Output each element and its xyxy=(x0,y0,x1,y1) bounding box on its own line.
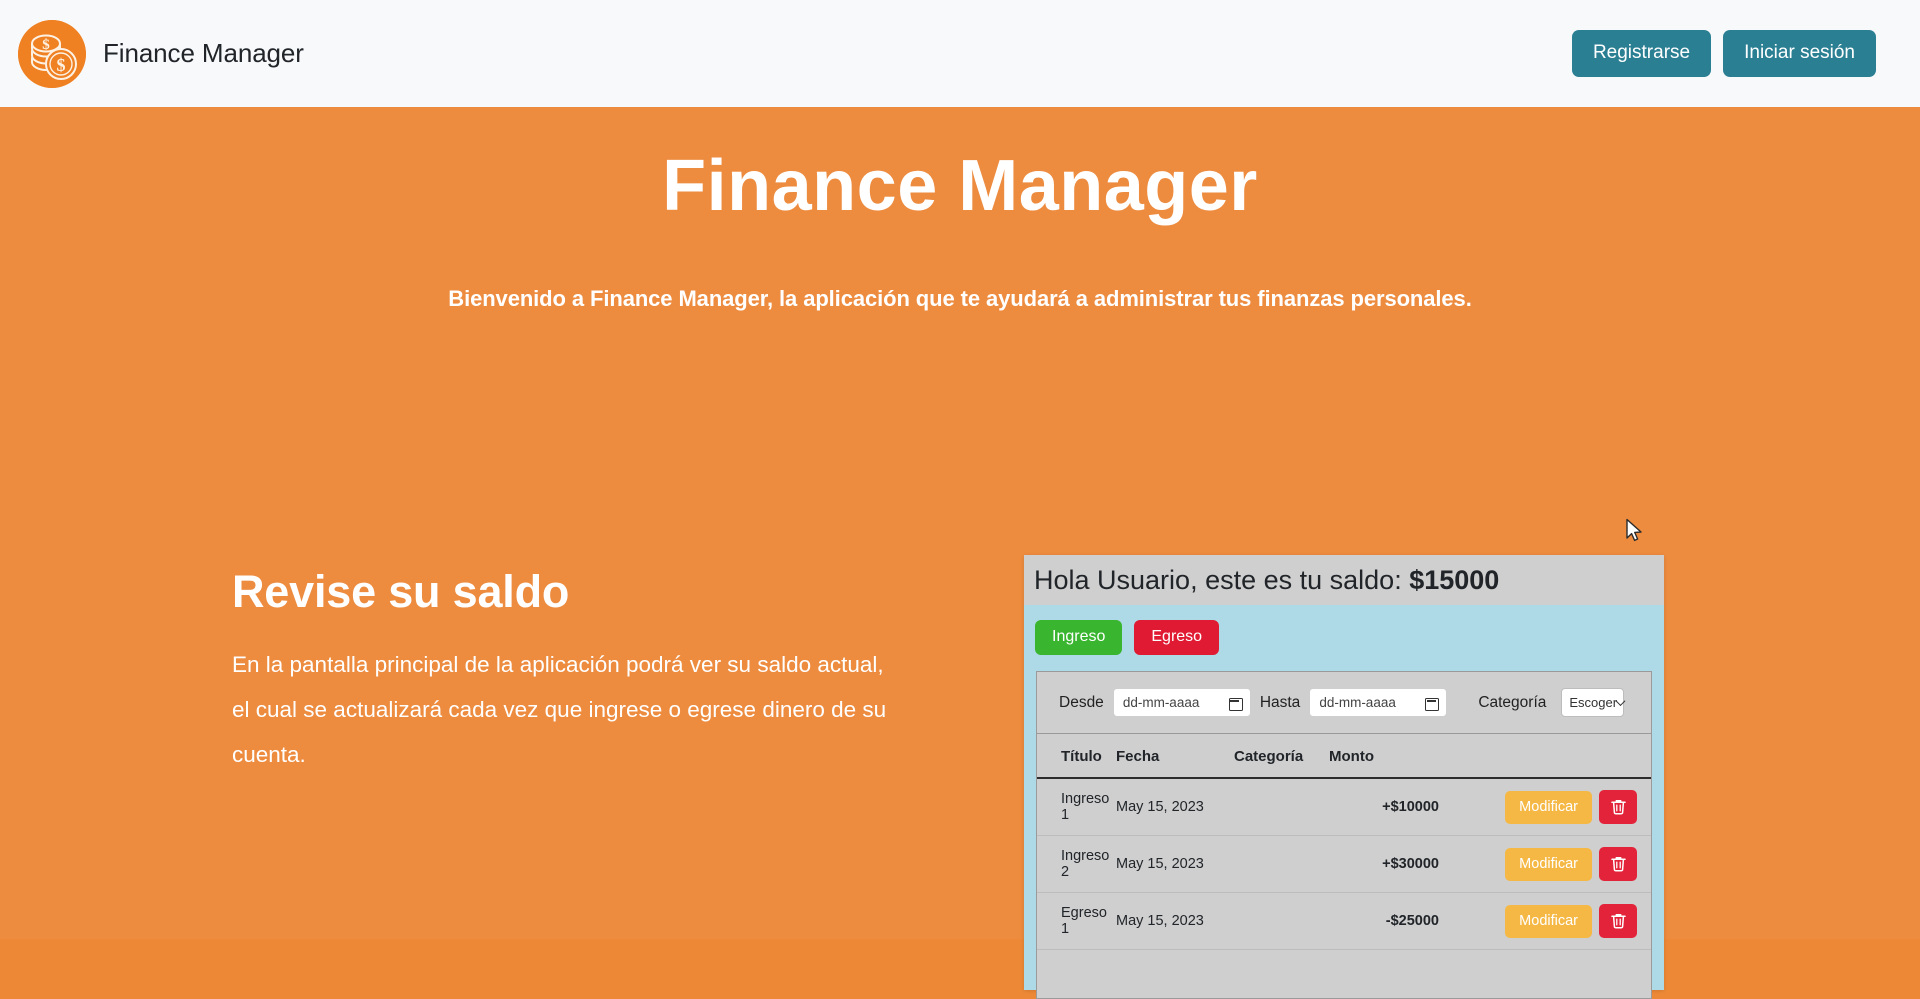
cell-actions: Modificar xyxy=(1439,778,1651,837)
hero-section: Finance Manager Bienvenido a Finance Man… xyxy=(0,107,1920,999)
trash-icon xyxy=(1610,857,1626,872)
modificar-button[interactable]: Modificar xyxy=(1505,904,1592,939)
cell-titulo: Ingreso 2 xyxy=(1037,835,1116,894)
brand[interactable]: $ $ Finance Manager xyxy=(18,19,304,88)
desde-date-input[interactable]: dd-mm-aaaa xyxy=(1112,688,1251,718)
transactions-table: Título Fecha Categoría Monto Ingreso 1 M… xyxy=(1037,739,1651,951)
svg-text:$: $ xyxy=(57,55,66,75)
login-button[interactable]: Iniciar sesión xyxy=(1723,30,1876,77)
feature-block: Revise su saldo En la pantalla principal… xyxy=(232,565,902,777)
feature-body: En la pantalla principal de la aplicació… xyxy=(232,652,887,767)
table-row: Ingreso 1 May 15, 2023 +$10000 Modificar xyxy=(1037,778,1651,837)
cell-titulo: Egreso 1 xyxy=(1037,892,1116,951)
top-navbar: $ $ Finance Manager Registrarse Iniciar … xyxy=(0,0,1920,107)
cell-categoria xyxy=(1234,778,1329,837)
balance-amount: $15000 xyxy=(1409,564,1500,595)
categoria-select[interactable]: Escoger xyxy=(1561,688,1626,718)
delete-button[interactable] xyxy=(1599,790,1637,825)
table-header-row: Título Fecha Categoría Monto xyxy=(1037,739,1651,780)
categoria-select-value: Escoger xyxy=(1569,695,1618,711)
delete-button[interactable] xyxy=(1599,904,1637,939)
hasta-date-value: dd-mm-aaaa xyxy=(1319,695,1396,711)
table-body: Ingreso 1 May 15, 2023 +$10000 Modificar xyxy=(1037,778,1651,951)
filter-bar: Desde dd-mm-aaaa Hasta dd-mm-aaaa Catego… xyxy=(1037,672,1651,735)
coins-dollar-icon: $ $ xyxy=(18,19,86,88)
col-header-actions xyxy=(1439,739,1651,780)
svg-text:$: $ xyxy=(42,37,50,53)
cell-fecha: May 15, 2023 xyxy=(1116,835,1234,894)
cell-actions: Modificar xyxy=(1439,835,1651,894)
transactions-panel: Desde dd-mm-aaaa Hasta dd-mm-aaaa Catego… xyxy=(1036,671,1652,999)
modificar-button[interactable]: Modificar xyxy=(1505,790,1592,825)
chevron-down-icon xyxy=(1615,696,1626,707)
hero-subtitle: Bienvenido a Finance Manager, la aplicac… xyxy=(448,285,1472,311)
col-header-fecha: Fecha xyxy=(1116,739,1234,780)
cell-monto: +$30000 xyxy=(1329,835,1439,894)
cell-monto: +$10000 xyxy=(1329,778,1439,837)
brand-name: Finance Manager xyxy=(103,38,304,68)
balance-bar: Hola Usuario, este es tu saldo: $15000 xyxy=(1024,555,1664,605)
cell-fecha: May 15, 2023 xyxy=(1116,892,1234,951)
desde-date-value: dd-mm-aaaa xyxy=(1122,695,1200,711)
delete-button[interactable] xyxy=(1599,847,1637,882)
trash-icon xyxy=(1610,914,1626,929)
hero-title: Finance Manager xyxy=(662,146,1258,226)
hasta-date-input[interactable]: dd-mm-aaaa xyxy=(1309,688,1448,718)
cell-categoria xyxy=(1234,835,1329,894)
desde-label: Desde xyxy=(1059,693,1104,711)
col-header-categoria: Categoría xyxy=(1234,739,1329,780)
greeting-prefix: Hola Usuario, este es tu saldo: xyxy=(1034,564,1410,595)
cell-fecha: May 15, 2023 xyxy=(1116,778,1234,837)
app-preview-card: Hola Usuario, este es tu saldo: $15000 I… xyxy=(1024,555,1664,999)
ingreso-button[interactable]: Ingreso xyxy=(1035,620,1123,656)
table-row: Egreso 1 May 15, 2023 -$25000 Modificar xyxy=(1037,892,1651,951)
feature-title: Revise su saldo xyxy=(232,566,570,617)
cell-monto: -$25000 xyxy=(1329,892,1439,951)
register-button[interactable]: Registrarse xyxy=(1571,30,1712,77)
preview-action-buttons: Ingreso Egreso xyxy=(1024,605,1664,656)
table-row: Ingreso 2 May 15, 2023 +$30000 Modificar xyxy=(1037,835,1651,894)
col-header-monto: Monto xyxy=(1329,739,1439,780)
cell-categoria xyxy=(1234,892,1329,951)
categoria-label: Categoría xyxy=(1478,693,1547,711)
egreso-button[interactable]: Egreso xyxy=(1134,620,1220,656)
col-header-titulo: Título xyxy=(1037,739,1116,780)
calendar-icon[interactable] xyxy=(1228,696,1243,712)
modificar-button[interactable]: Modificar xyxy=(1505,847,1592,882)
trash-icon xyxy=(1610,800,1626,815)
calendar-icon[interactable] xyxy=(1425,696,1440,712)
cell-actions: Modificar xyxy=(1439,892,1651,951)
balance-text: Hola Usuario, este es tu saldo: $15000 xyxy=(1034,565,1499,596)
hasta-label: Hasta xyxy=(1259,693,1301,711)
cell-titulo: Ingreso 1 xyxy=(1037,778,1116,837)
nav-actions: Registrarse Iniciar sesión xyxy=(1571,30,1876,77)
